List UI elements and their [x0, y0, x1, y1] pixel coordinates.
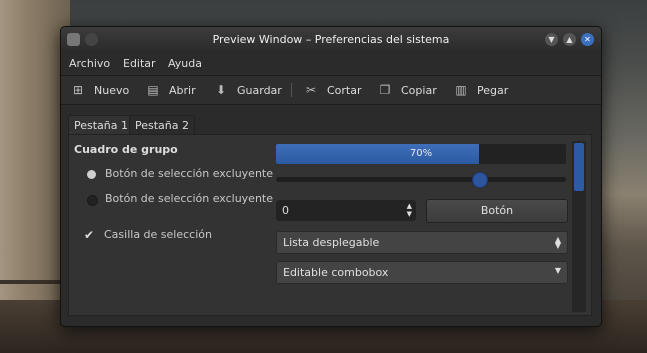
- radio-button-1[interactable]: [87, 170, 96, 179]
- radio-label-2: Botón de selección excluyente: [105, 192, 274, 205]
- scrollbar-thumb[interactable]: [574, 143, 584, 191]
- group-box-title: Cuadro de grupo: [74, 143, 178, 156]
- radio-button-2[interactable]: [87, 195, 98, 206]
- paste-icon: ▥: [455, 83, 467, 97]
- save-button[interactable]: ⬇ Guardar: [214, 82, 282, 98]
- menu-editar[interactable]: Editar: [123, 57, 156, 70]
- checkbox[interactable]: ✔: [84, 228, 94, 242]
- radio-label-1: Botón de selección excluyente: [105, 167, 274, 180]
- open-icon: ▤: [147, 83, 159, 97]
- tab-pestana-1[interactable]: Pestaña 1: [68, 115, 135, 136]
- title-bar[interactable]: Preview Window – Preferencias del sistem…: [61, 27, 601, 53]
- copy-icon: ❐: [379, 83, 391, 97]
- checkbox-label: Casilla de selección: [104, 228, 212, 241]
- cut-button[interactable]: ✂ Cortar: [304, 82, 362, 98]
- spinbox[interactable]: 0 ▲ ▼: [276, 200, 416, 221]
- spinbox-value: 0: [282, 204, 289, 217]
- tab-pestana-2[interactable]: Pestaña 2: [129, 115, 196, 136]
- minimize-icon[interactable]: ▼: [545, 33, 558, 46]
- slider-handle[interactable]: [472, 172, 488, 188]
- toolbar-separator: [291, 83, 292, 97]
- toolbar: ⊞ Nuevo ▤ Abrir ⬇ Guardar ✂ Cortar ❐ Copiar ▥…: [61, 75, 601, 105]
- open-button[interactable]: ▤ Abrir: [146, 82, 196, 98]
- new-button[interactable]: ⊞ Nuevo: [71, 82, 129, 98]
- progress-bar: 70%: [276, 144, 566, 164]
- progress-text: 70%: [409, 148, 433, 159]
- maximize-icon[interactable]: ▲: [563, 33, 576, 46]
- close-icon[interactable]: ✕: [581, 33, 594, 46]
- paste-button[interactable]: ▥ Pegar: [454, 82, 508, 98]
- menu-ayuda[interactable]: Ayuda: [168, 57, 202, 70]
- paste-label: Pegar: [477, 83, 509, 97]
- new-label: Nuevo: [94, 83, 130, 97]
- save-label: Guardar: [237, 83, 282, 97]
- cut-icon: ✂: [305, 83, 317, 97]
- editable-combobox[interactable]: Editable combobox ▼: [276, 261, 568, 284]
- dropdown-list-value: Lista desplegable: [283, 236, 380, 249]
- slider-track[interactable]: [276, 177, 566, 182]
- editable-combobox-value: Editable combobox: [283, 266, 389, 279]
- menu-bar: Archivo Editar Ayuda: [61, 53, 601, 75]
- dropdown-list[interactable]: Lista desplegable ▲ ▼: [276, 231, 568, 254]
- updown-arrows-icon: ▲ ▼: [554, 235, 561, 250]
- chevron-down-icon[interactable]: ▼: [555, 266, 561, 275]
- vertical-scrollbar[interactable]: [572, 141, 586, 312]
- copy-button[interactable]: ❐ Copiar: [378, 82, 437, 98]
- save-icon: ⬇: [215, 83, 227, 97]
- copy-label: Copiar: [401, 83, 437, 97]
- cut-label: Cortar: [327, 83, 362, 97]
- window-title: Preview Window – Preferencias del sistem…: [212, 33, 450, 46]
- boton-button[interactable]: Botón: [426, 199, 568, 223]
- menu-archivo[interactable]: Archivo: [69, 57, 110, 70]
- new-icon: ⊞: [72, 83, 84, 97]
- spinbox-arrows-icon[interactable]: ▲ ▼: [407, 202, 412, 218]
- open-label: Abrir: [169, 83, 196, 97]
- preview-window: Preview Window – Preferencias del sistem…: [60, 26, 602, 327]
